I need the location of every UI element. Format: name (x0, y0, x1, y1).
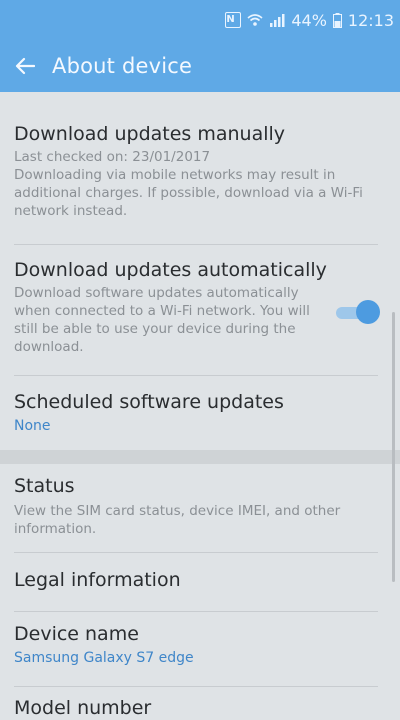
battery-percent: 44% (291, 10, 327, 30)
settings-list: Download updates manually Last checked o… (0, 92, 400, 720)
divider (14, 611, 378, 612)
item-title: Download updates manually (14, 123, 286, 145)
last-checked-text: Last checked on: 23/01/2017 (14, 149, 211, 165)
item-title: Scheduled software updates (14, 391, 284, 413)
nfc-icon: N (225, 12, 242, 28)
download-updates-manually-item[interactable]: Download updates manually Last checked o… (0, 122, 392, 220)
divider (14, 244, 378, 245)
arrow-left-icon[interactable] (0, 40, 50, 92)
item-value: None (14, 418, 51, 434)
download-updates-automatically-item[interactable]: Download updates automatically Download … (0, 258, 392, 356)
page-title: About device (52, 54, 193, 78)
scrollbar[interactable] (392, 312, 395, 582)
item-title: Status (14, 475, 75, 497)
device-name-item[interactable]: Device name Samsung Galaxy S7 edge (0, 622, 392, 666)
section-divider (0, 450, 400, 464)
item-description: Download software updates automatically … (14, 285, 310, 355)
legal-information-item[interactable]: Legal information (0, 568, 392, 592)
battery-icon (332, 12, 342, 28)
item-description: View the SIM card status, device IMEI, a… (14, 503, 341, 537)
item-value: Samsung Galaxy S7 edge (14, 650, 194, 666)
divider (14, 375, 378, 376)
auto-update-toggle[interactable] (336, 300, 380, 324)
divider (14, 552, 378, 553)
toggle-knob (356, 300, 380, 324)
status-bar: N 44% 12:13 (0, 0, 400, 40)
item-title: Model number (14, 697, 152, 719)
status-item[interactable]: Status View the SIM card status, device … (0, 474, 392, 538)
model-number-item[interactable]: Model number (0, 696, 392, 720)
wifi-icon (247, 13, 263, 27)
item-description: Downloading via mobile networks may resu… (14, 167, 363, 219)
item-title: Device name (14, 623, 139, 645)
signal-icon (269, 13, 285, 27)
scheduled-software-updates-item[interactable]: Scheduled software updates None (0, 390, 392, 434)
divider (14, 686, 378, 687)
item-title: Legal information (14, 569, 181, 591)
app-bar: About device (0, 40, 400, 92)
item-title: Download updates automatically (14, 259, 327, 281)
clock: 12:13 (347, 10, 394, 30)
